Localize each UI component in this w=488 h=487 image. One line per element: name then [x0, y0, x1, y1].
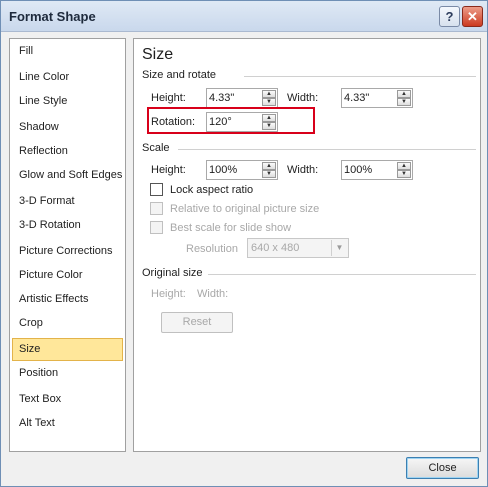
panel-title: Size	[142, 46, 174, 63]
scale-width-value: 100%	[344, 164, 373, 176]
nav-item-line-style[interactable]: Line Style	[12, 90, 123, 113]
width-label: Width:	[287, 92, 319, 104]
original-size-divider	[208, 274, 476, 275]
chevron-down-icon: ▼	[331, 240, 347, 256]
relative-size-label: Relative to original picture size	[170, 203, 320, 215]
resolution-label: Resolution	[186, 243, 238, 255]
nav-item-fill[interactable]: Fill	[12, 40, 123, 63]
nav-item-crop[interactable]: Crop	[12, 312, 123, 335]
help-button[interactable]: ?	[439, 6, 460, 27]
nav-item-picture-color[interactable]: Picture Color	[12, 264, 123, 287]
original-width-label: Width:	[197, 288, 229, 300]
best-scale-label: Best scale for slide show	[170, 222, 292, 234]
close-icon: ✕	[467, 8, 478, 24]
scale-height-label: Height:	[151, 164, 186, 176]
height-up-arrow-icon[interactable]: ▲	[262, 90, 276, 98]
lock-aspect-checkbox[interactable]	[150, 183, 163, 196]
height-label: Height:	[151, 92, 186, 104]
help-icon: ?	[445, 9, 454, 24]
reset-button[interactable]: Reset	[161, 312, 233, 333]
resolution-dropdown[interactable]: 640 x 480 ▼	[247, 238, 349, 258]
nav-item-line-color[interactable]: Line Color	[12, 66, 123, 89]
rotation-highlight-box	[147, 107, 315, 134]
nav-item-artistic-effects[interactable]: Artistic Effects	[12, 288, 123, 311]
nav-item-position[interactable]: Position	[12, 362, 123, 385]
height-down-arrow-icon[interactable]: ▼	[262, 98, 276, 106]
size-rotate-divider	[244, 76, 476, 77]
scale-height-spinner[interactable]: 100% ▲ ▼	[206, 160, 278, 180]
size-rotate-group-label: Size and rotate	[142, 69, 216, 81]
width-up-arrow-icon[interactable]: ▲	[397, 90, 411, 98]
scale-width-up-arrow-icon[interactable]: ▲	[397, 162, 411, 170]
size-panel: Size Size and rotate Height: 4.33" ▲ ▼ Wi…	[133, 38, 481, 452]
scale-group-label: Scale	[142, 142, 170, 154]
lock-aspect-label[interactable]: Lock aspect ratio	[170, 184, 253, 196]
scale-height-value: 100%	[209, 164, 238, 176]
width-spinner[interactable]: 4.33" ▲ ▼	[341, 88, 413, 108]
nav-item-picture-corrections[interactable]: Picture Corrections	[12, 240, 123, 263]
nav-item-reflection[interactable]: Reflection	[12, 140, 123, 163]
format-shape-dialog: Format Shape ? ✕ Fill Line Color Line St…	[0, 0, 488, 487]
close-window-button[interactable]: ✕	[462, 6, 483, 27]
close-button[interactable]: Close	[406, 457, 479, 479]
window-title: Format Shape	[9, 9, 96, 24]
scale-width-spinner[interactable]: 100% ▲ ▼	[341, 160, 413, 180]
resolution-value: 640 x 480	[251, 242, 300, 254]
scale-width-label: Width:	[287, 164, 319, 176]
scale-divider	[178, 149, 476, 150]
scale-width-down-arrow-icon[interactable]: ▼	[397, 170, 411, 178]
original-size-group-label: Original size	[142, 267, 203, 279]
nav-item-3d-format[interactable]: 3-D Format	[12, 190, 123, 213]
relative-size-checkbox[interactable]	[150, 202, 163, 215]
nav-item-alt-text[interactable]: Alt Text	[12, 412, 123, 435]
nav-item-glow-soft-edges[interactable]: Glow and Soft Edges	[12, 164, 123, 187]
scale-height-up-arrow-icon[interactable]: ▲	[262, 162, 276, 170]
height-value: 4.33"	[209, 92, 235, 104]
best-scale-checkbox[interactable]	[150, 221, 163, 234]
title-bar: Format Shape ? ✕	[1, 1, 487, 32]
scale-height-down-arrow-icon[interactable]: ▼	[262, 170, 276, 178]
nav-item-size[interactable]: Size	[12, 338, 123, 361]
width-down-arrow-icon[interactable]: ▼	[397, 98, 411, 106]
original-height-label: Height:	[151, 288, 186, 300]
nav-item-text-box[interactable]: Text Box	[12, 388, 123, 411]
nav-item-3d-rotation[interactable]: 3-D Rotation	[12, 214, 123, 237]
height-spinner[interactable]: 4.33" ▲ ▼	[206, 88, 278, 108]
category-list: Fill Line Color Line Style Shadow Reflec…	[9, 38, 126, 452]
width-value: 4.33"	[344, 92, 370, 104]
nav-item-shadow[interactable]: Shadow	[12, 116, 123, 139]
